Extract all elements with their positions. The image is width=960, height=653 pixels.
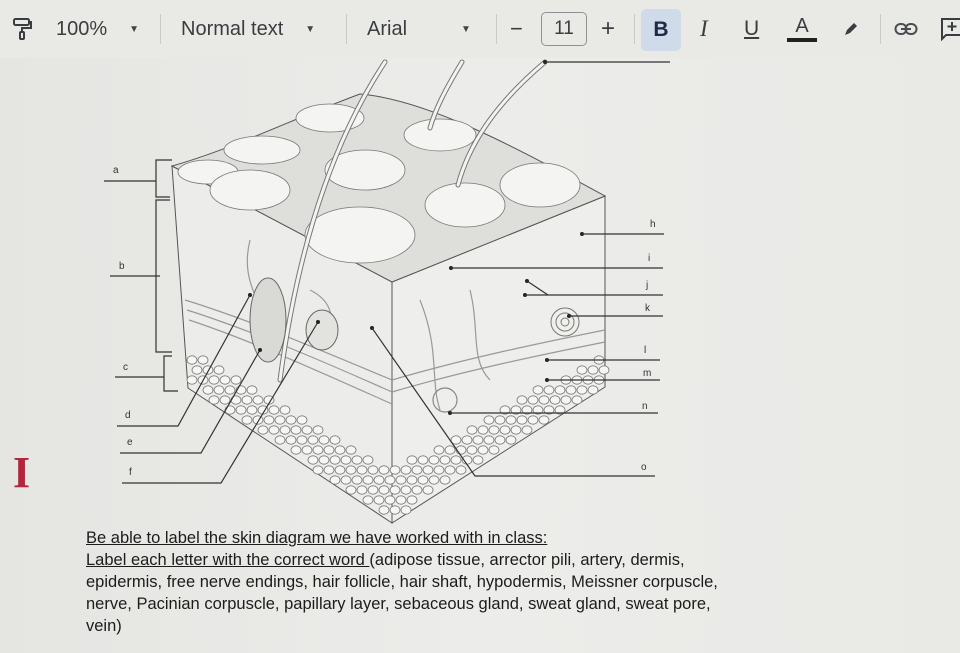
text-color-button[interactable]: A (787, 0, 817, 58)
paint-format-button[interactable] (12, 0, 34, 58)
chevron-down-icon: ▼ (305, 23, 316, 35)
divider (496, 14, 497, 44)
text-cursor-icon: I (13, 448, 31, 497)
text-color-swatch (787, 38, 817, 42)
instructions-text: Be able to label the skin diagram we hav… (86, 527, 946, 637)
font-select[interactable]: Arial ▼ (367, 0, 471, 58)
decrease-font-size-button[interactable]: − (510, 0, 523, 58)
instructions-line-underlined: Label each letter with the correct word (86, 551, 370, 569)
instructions-word-list: nerve, Pacinian corpuscle, papillary lay… (86, 595, 711, 613)
font-size-input[interactable]: 11 (541, 12, 587, 46)
instructions-word-list: (adipose tissue, arrector pili, artery, … (369, 551, 685, 569)
instructions-word-list: vein) (86, 617, 122, 635)
underline-icon: U (744, 17, 760, 40)
formatting-toolbar: 100% ▼ Normal text ▼ Arial ▼ − 11 + B I … (0, 0, 960, 58)
plus-icon: + (601, 15, 616, 42)
zoom-value: 100% (56, 17, 108, 40)
chevron-down-icon: ▼ (461, 23, 471, 35)
paint-roller-icon (13, 18, 32, 40)
font-value: Arial (367, 17, 408, 40)
highlighter-pen-icon (845, 23, 857, 35)
underline-button[interactable]: U (744, 0, 759, 58)
instructions-word-list: epidermis, free nerve endings, hair foll… (86, 573, 718, 591)
divider (634, 14, 635, 44)
instructions-heading: Be able to label the skin diagram we hav… (86, 529, 548, 547)
insert-link-button[interactable] (894, 0, 918, 58)
style-select[interactable]: Normal text ▼ (181, 0, 315, 58)
chevron-down-icon: ▼ (129, 23, 140, 35)
style-value: Normal text (181, 17, 284, 40)
text-color-icon: A (795, 15, 809, 37)
increase-font-size-button[interactable]: + (601, 0, 615, 58)
minus-icon: − (510, 16, 523, 41)
italic-button[interactable]: I (700, 0, 708, 58)
bold-button[interactable]: B (641, 9, 681, 51)
highlight-color-button[interactable] (842, 0, 860, 58)
divider (880, 14, 881, 44)
add-comment-button[interactable] (940, 0, 960, 58)
divider (160, 14, 161, 44)
link-icon (894, 23, 918, 35)
divider (346, 14, 347, 44)
add-comment-icon (941, 18, 960, 41)
zoom-select[interactable]: 100% ▼ (56, 0, 139, 58)
italic-icon: I (700, 16, 708, 41)
